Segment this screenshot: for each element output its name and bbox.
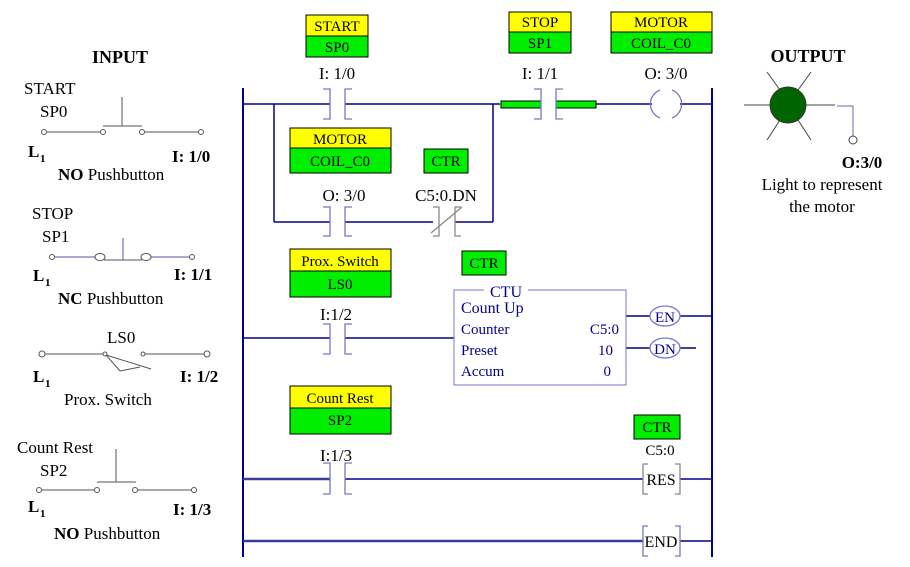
motor-seal-contact[interactable]: MOTOR COIL_C0 O: 3/0: [289, 127, 392, 237]
output-address: O:3/0: [842, 153, 883, 172]
device-address: I: 1/2: [180, 367, 218, 386]
device-tag: SP2: [40, 461, 67, 480]
lamp-icon: [744, 71, 858, 145]
terminal-l: L: [33, 266, 44, 285]
device-type: NO Pushbutton: [58, 165, 165, 184]
counter-reset-instruction[interactable]: CTR C5:0 RES: [633, 414, 681, 495]
enable-output[interactable]: EN: [649, 305, 681, 327]
terminal-l: L: [28, 497, 39, 516]
input-device-stop: STOP SP1 L 1 I: 1/1 NC Pushbutton: [32, 204, 212, 308]
device-tag: SP1: [42, 227, 69, 246]
tag-top: MOTOR: [313, 132, 367, 148]
coil-address: O: 3/0: [645, 64, 688, 83]
output-coil-icon: [649, 89, 683, 119]
tag-top: START: [314, 19, 359, 35]
tag-top: STOP: [522, 15, 558, 31]
device-address: I: 1/3: [173, 500, 211, 519]
pushbutton-nc-icon: [49, 238, 195, 261]
contact-address: I: 1/0: [319, 64, 355, 83]
rung-1: START SP0 I: 1/0 STOP SP1 I: 1/1 MOTOR C…: [243, 11, 713, 237]
energized-indicator: [500, 100, 542, 109]
count-up-instruction[interactable]: CTR CTU Count Up Counter C5:0 Preset 10 …: [453, 250, 627, 386]
device-address: I: 1/1: [174, 265, 212, 284]
tag: CTR: [431, 154, 460, 170]
device-address: I: 1/0: [172, 147, 210, 166]
stop-contact[interactable]: STOP SP1 I: 1/1: [500, 11, 597, 120]
device-tag: LS0: [107, 328, 135, 347]
ctu-title: CTU: [490, 284, 522, 301]
terminal-l-sub: 1: [45, 277, 51, 289]
motor-coil[interactable]: MOTOR COIL_C0 O: 3/0: [610, 11, 713, 119]
device-tag: SP0: [40, 102, 67, 121]
contact-address: O: 3/0: [323, 186, 366, 205]
contact-address: I: 1/1: [522, 64, 558, 83]
input-device-start: START SP0 L 1 I: 1/0 NO Pushbutton: [24, 79, 210, 184]
input-heading: INPUT: [92, 47, 148, 67]
device-name: STOP: [32, 204, 73, 223]
ctu-row-label: Accum: [461, 364, 505, 380]
device-type: Prox. Switch: [64, 390, 152, 409]
tag-bottom: COIL_C0: [631, 36, 691, 52]
tag-bottom: SP2: [328, 413, 352, 429]
lamp-bulb: [769, 86, 807, 124]
device-name: START: [24, 79, 76, 98]
input-device-count-rest: Count Rest SP2 L 1 I: 1/3 NO Pushbutton: [17, 438, 211, 543]
terminal-l: L: [33, 367, 44, 386]
tag-top: Prox. Switch: [301, 254, 379, 270]
input-device-prox: LS0 L 1 I: 1/2 Prox. Switch: [33, 328, 218, 409]
ladder-diagram: INPUT START SP0 L 1 I: 1/0 NO Pushbutton…: [17, 11, 883, 557]
ctu-row-label: Preset: [461, 343, 498, 359]
output-label: EN: [655, 310, 675, 326]
counter-tag: CTR: [469, 256, 498, 272]
terminal-l-sub: 1: [40, 508, 46, 520]
output-section: OUTPUT O:3/0 Light to represent the moto…: [744, 46, 883, 216]
energized-indicator: [555, 100, 597, 109]
reset-address: C5:0: [645, 443, 674, 459]
reset-label: RES: [646, 472, 675, 489]
terminal-l: L: [28, 142, 39, 161]
tag-bottom: LS0: [327, 277, 352, 293]
end-label: END: [645, 534, 678, 551]
counter-done-contact[interactable]: CTR C5:0.DN: [415, 148, 477, 237]
device-type: NO Pushbutton: [54, 524, 161, 543]
device-name: Count Rest: [17, 438, 93, 457]
tag-bottom: SP1: [528, 36, 552, 52]
terminal-l-sub: 1: [40, 153, 46, 165]
tag-bottom: COIL_C0: [310, 154, 370, 170]
ctu-row-value: 10: [598, 343, 613, 359]
device-type: NC Pushbutton: [58, 289, 164, 308]
ctu-row-value: 0: [604, 364, 612, 380]
ctu-row-label: Counter: [461, 322, 509, 338]
output-heading: OUTPUT: [770, 46, 845, 66]
done-output[interactable]: DN: [649, 337, 681, 359]
rung-2: Prox. Switch LS0 I:1/2 CTR CTU Count Up …: [243, 248, 712, 386]
ctu-row-value: C5:0: [590, 322, 619, 338]
output-desc-line1: Light to represent: [762, 175, 883, 194]
rung-3: Count Rest SP2 I:1/3 CTR C5:0 RES: [243, 385, 712, 495]
output-desc-line2: the motor: [789, 197, 855, 216]
tag-bottom: SP0: [325, 40, 349, 56]
end-instruction[interactable]: END: [642, 525, 681, 557]
rung-4: END: [243, 525, 712, 557]
input-section: INPUT START SP0 L 1 I: 1/0 NO Pushbutton…: [17, 47, 218, 543]
output-label: DN: [654, 342, 676, 358]
tag-top: MOTOR: [634, 15, 688, 31]
contact-address: I:1/2: [320, 305, 352, 324]
contact-address: I:1/3: [320, 446, 352, 465]
tag-top: Count Rest: [306, 391, 374, 407]
terminal-l-sub: 1: [45, 378, 51, 390]
reset-tag: CTR: [642, 420, 671, 436]
ctu-subtitle: Count Up: [461, 300, 524, 317]
no-contact-icon: [323, 323, 352, 355]
contact-address: C5:0.DN: [415, 186, 477, 205]
